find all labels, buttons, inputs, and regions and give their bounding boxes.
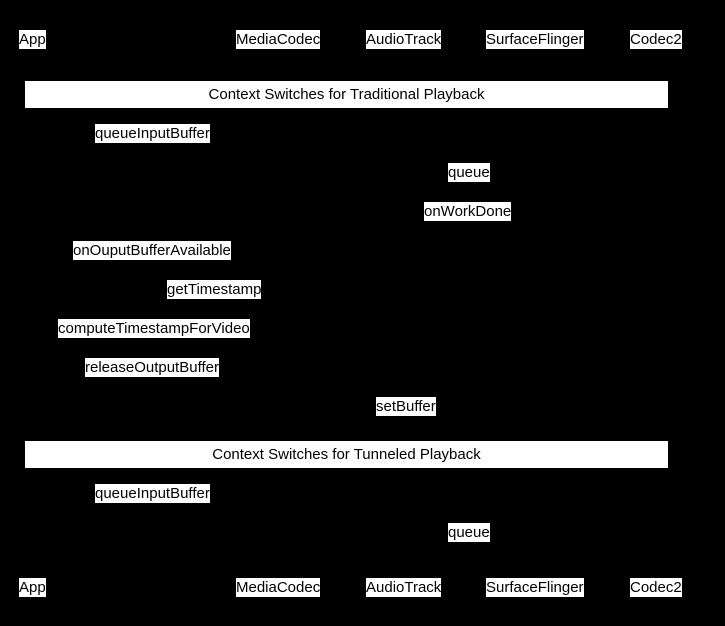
- message-compute-timestamp-for-video: computeTimestampForVideo: [58, 319, 250, 338]
- message-queue-2: queue: [448, 523, 490, 542]
- message-get-timestamp: getTimestamp: [167, 280, 262, 299]
- participant-top-mediacodec: MediaCodec: [236, 30, 321, 49]
- participant-bottom-audiotrack: AudioTrack: [366, 578, 442, 597]
- message-queue-input-buffer-2: queueInputBuffer: [95, 484, 210, 503]
- message-on-ouput-buffer-available: onOuputBufferAvailable: [73, 241, 231, 260]
- section-banner-traditional-playback: Context Switches for Traditional Playbac…: [25, 81, 668, 108]
- message-queue-1: queue: [448, 163, 490, 182]
- participant-bottom-codec2: Codec2: [630, 578, 682, 597]
- section-banner-tunneled-playback: Context Switches for Tunneled Playback: [25, 441, 668, 468]
- participant-top-audiotrack: AudioTrack: [366, 30, 442, 49]
- message-queue-input-buffer-1: queueInputBuffer: [95, 124, 210, 143]
- sequence-diagram: App MediaCodec AudioTrack SurfaceFlinger…: [0, 0, 725, 626]
- message-release-output-buffer: releaseOutputBuffer: [85, 358, 219, 377]
- participant-bottom-app: App: [19, 578, 46, 597]
- participant-top-surfaceflinger: SurfaceFlinger: [486, 30, 584, 49]
- message-set-buffer: setBuffer: [376, 397, 436, 416]
- participant-bottom-mediacodec: MediaCodec: [236, 578, 321, 597]
- participant-bottom-surfaceflinger: SurfaceFlinger: [486, 578, 584, 597]
- participant-top-app: App: [19, 30, 46, 49]
- participant-top-codec2: Codec2: [630, 30, 682, 49]
- message-on-work-done: onWorkDone: [424, 202, 512, 221]
